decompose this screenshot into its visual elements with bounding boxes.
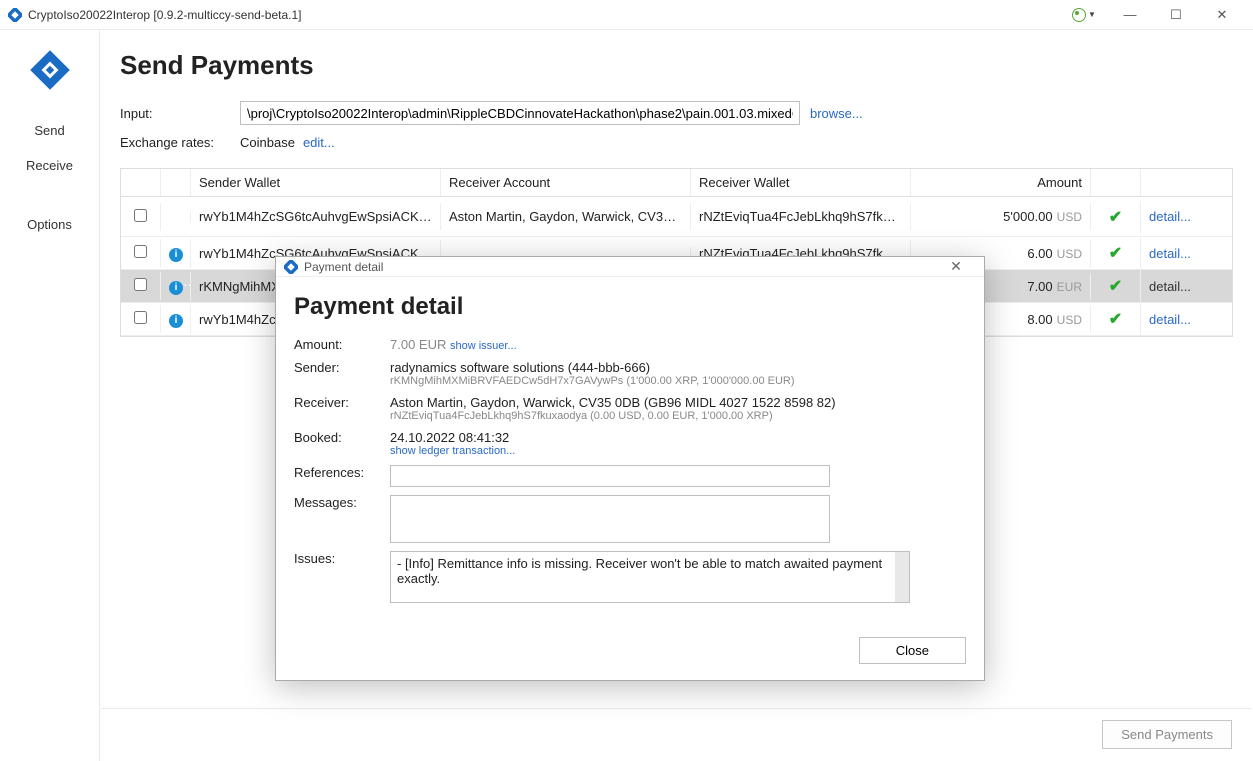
input-label: Input: (120, 106, 240, 121)
row-checkbox[interactable] (134, 278, 147, 291)
sender-label: Sender: (294, 360, 390, 375)
globe-icon (1072, 8, 1086, 22)
row-checkbox[interactable] (134, 311, 147, 324)
issues-box: - [Info] Remittance info is missing. Rec… (390, 551, 910, 603)
sidebar-item-options[interactable]: Options (0, 207, 99, 242)
messages-label: Messages: (294, 495, 390, 510)
issues-label: Issues: (294, 551, 390, 566)
cell-receiver-wallet: rNZtEviqTua4FcJebLkhq9hS7fkuxaodya (691, 203, 911, 230)
cell-amount: 5'000.00USD (911, 203, 1091, 230)
row-checkbox[interactable] (134, 209, 147, 222)
input-path-field[interactable] (240, 101, 800, 125)
dialog-title: Payment detail (304, 260, 936, 274)
check-icon: ✔ (1109, 278, 1122, 295)
ledger-transaction-link[interactable]: show ledger transaction... (390, 445, 966, 457)
exchange-rates-provider: Coinbase (240, 135, 295, 150)
browse-link[interactable]: browse... (810, 106, 863, 121)
references-field[interactable] (390, 465, 830, 487)
edit-rates-link[interactable]: edit... (303, 135, 335, 150)
sender-value: radynamics software solutions (444-bbb-6… (390, 360, 966, 375)
info-icon[interactable]: i (169, 248, 183, 262)
header-receiver-wallet[interactable]: Receiver Wallet (691, 169, 911, 196)
dialog-icon (284, 260, 298, 274)
dialog-heading: Payment detail (294, 293, 966, 321)
info-icon[interactable]: i (169, 314, 183, 328)
footer-bar: Send Payments (101, 708, 1252, 760)
check-icon: ✔ (1109, 311, 1122, 328)
header-sender[interactable]: Sender Wallet (191, 169, 441, 196)
sidebar-item-send[interactable]: Send (0, 113, 99, 148)
header-amount[interactable]: Amount (911, 169, 1091, 196)
table-header: Sender Wallet Receiver Account Receiver … (121, 169, 1232, 197)
receiver-value: Aston Martin, Gaydon, Warwick, CV35 0DB … (390, 395, 966, 410)
row-checkbox[interactable] (134, 245, 147, 258)
issues-text: - [Info] Remittance info is missing. Rec… (397, 556, 882, 586)
app-icon (8, 8, 22, 22)
receiver-sub: rNZtEviqTua4FcJebLkhq9hS7fkuxaodya (0.00… (390, 410, 966, 422)
check-icon: ✔ (1109, 245, 1122, 262)
detail-link[interactable]: detail... (1149, 279, 1191, 294)
sidebar-item-receive[interactable]: Receive (0, 148, 99, 183)
exchange-rates-label: Exchange rates: (120, 135, 240, 150)
window-title: CryptoIso20022Interop [0.9.2-multiccy-se… (28, 8, 1061, 22)
info-icon[interactable]: i (169, 281, 183, 295)
sender-sub: rKMNgMihMXMiBRVFAEDCw5dH7x7GAVywPs (1'00… (390, 375, 966, 387)
messages-field[interactable] (390, 495, 830, 543)
dialog-close-button[interactable]: ✕ (936, 258, 976, 275)
title-bar: CryptoIso20022Interop [0.9.2-multiccy-se… (0, 0, 1253, 30)
minimize-button[interactable]: — (1107, 0, 1153, 30)
detail-link[interactable]: detail... (1149, 209, 1191, 224)
show-issuer-link[interactable]: show issuer... (450, 340, 517, 352)
chevron-down-icon: ▼ (1088, 10, 1096, 19)
language-button[interactable]: ▼ (1061, 0, 1107, 30)
app-logo-icon (30, 50, 70, 90)
cell-sender-wallet: rwYb1M4hZcSG6tcAuhvgEwSpsiACKv6BG8 (191, 203, 441, 230)
send-payments-button[interactable]: Send Payments (1102, 720, 1232, 749)
cell-receiver-account: Aston Martin, Gaydon, Warwick, CV35 0DB (441, 203, 691, 230)
maximize-button[interactable]: ☐ (1153, 0, 1199, 30)
issues-scrollbar[interactable] (895, 552, 909, 602)
check-icon: ✔ (1109, 209, 1122, 226)
sidebar: Send Receive Options (0, 30, 100, 761)
references-label: References: (294, 465, 390, 480)
booked-value: 24.10.2022 08:41:32 (390, 430, 966, 445)
table-row[interactable]: rwYb1M4hZcSG6tcAuhvgEwSpsiACKv6BG8Aston … (121, 197, 1232, 237)
header-receiver-account[interactable]: Receiver Account (441, 169, 691, 196)
dialog-close-action-button[interactable]: Close (859, 637, 966, 664)
close-button[interactable]: ✕ (1199, 0, 1245, 30)
amount-label: Amount: (294, 337, 390, 352)
detail-link[interactable]: detail... (1149, 312, 1191, 327)
page-title: Send Payments (120, 50, 1233, 81)
payment-detail-dialog: Payment detail ✕ Payment detail Amount: … (275, 256, 985, 681)
detail-link[interactable]: detail... (1149, 246, 1191, 261)
receiver-label: Receiver: (294, 395, 390, 410)
amount-value: 7.00 EUR (390, 337, 446, 352)
booked-label: Booked: (294, 430, 390, 445)
